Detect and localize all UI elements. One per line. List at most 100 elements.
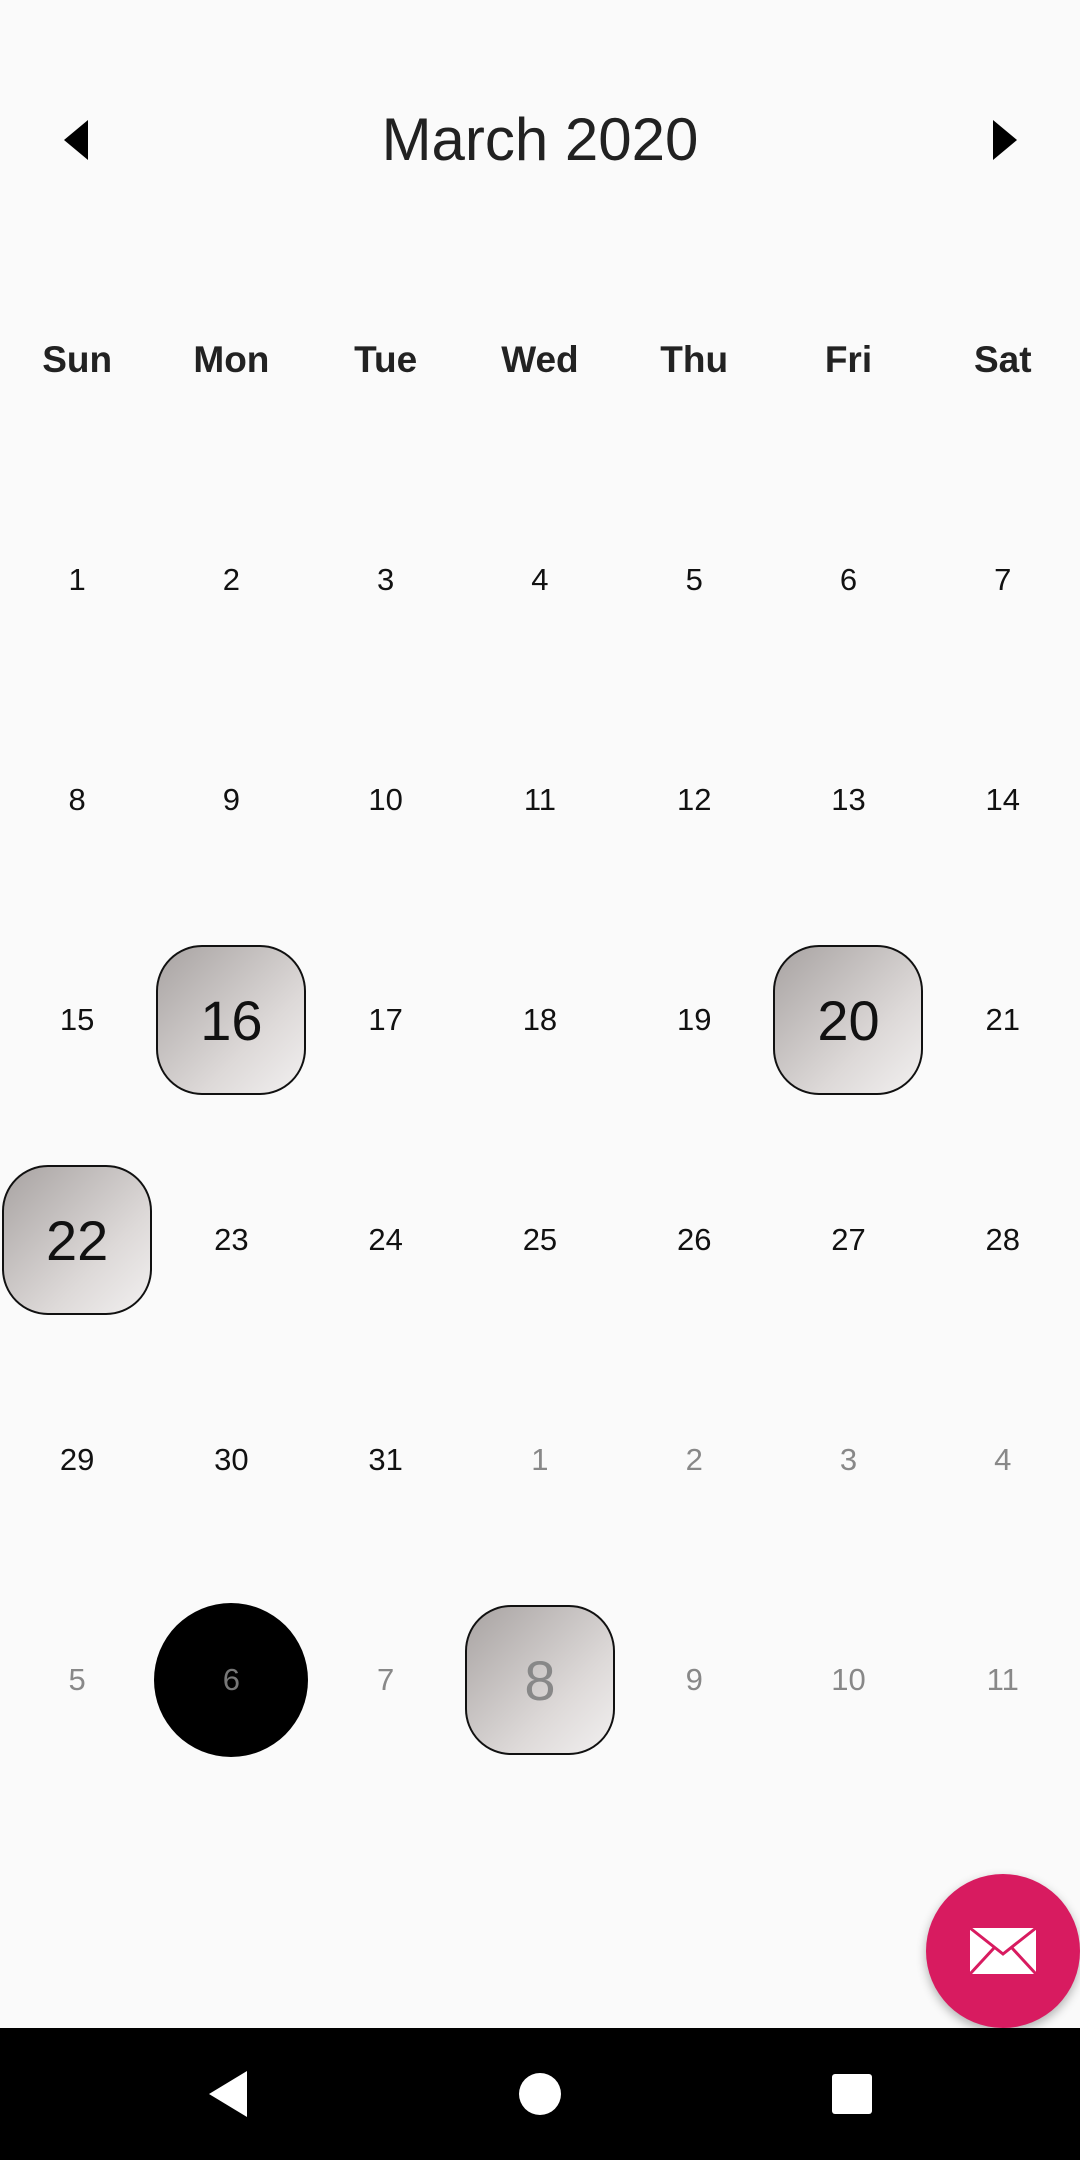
day-cell[interactable]: 11	[463, 690, 617, 910]
day-cell[interactable]: 31	[309, 1350, 463, 1570]
day-cell[interactable]: 5	[617, 470, 771, 690]
day-cell[interactable]: 10	[771, 1570, 925, 1790]
day-cell[interactable]: 6	[771, 470, 925, 690]
day-cell[interactable]: 10	[309, 690, 463, 910]
day-number: 5	[685, 562, 703, 597]
home-button[interactable]	[500, 2058, 580, 2130]
day-number: 11	[523, 782, 557, 817]
day-number: 15	[59, 1002, 95, 1037]
day-number: 27	[831, 1222, 866, 1257]
weekday-label: Thu	[660, 339, 729, 380]
day-cell[interactable]: 25	[463, 1130, 617, 1350]
day-number: 16	[200, 988, 263, 1052]
calendar-day-grid: 1 2 3 4 5 6 7 8 9 10 11 12 13 14 15 16 17 18 19 20 21 22 23 24 2…	[0, 470, 1080, 2010]
day-cell[interactable]: 3	[771, 1350, 925, 1570]
day-number: 24	[368, 1222, 403, 1257]
today-day-cell[interactable]: 6	[154, 1570, 309, 1790]
day-number: 2	[685, 1442, 703, 1477]
day-cell[interactable]: 29	[0, 1350, 154, 1570]
day-cell[interactable]: 18	[463, 910, 617, 1130]
day-cell[interactable]: 19	[617, 910, 771, 1130]
day-cell[interactable]: 5	[0, 1570, 154, 1790]
day-cell[interactable]: 26	[617, 1130, 771, 1350]
day-number: 25	[522, 1222, 558, 1257]
day-cell[interactable]: 1	[463, 1350, 617, 1570]
recent-apps-button[interactable]	[812, 2058, 892, 2130]
day-number: 21	[985, 1002, 1020, 1037]
day-number: 29	[59, 1442, 95, 1477]
back-icon	[209, 2071, 247, 2117]
day-cell[interactable]: 4	[463, 470, 617, 690]
day-number: 8	[524, 1648, 556, 1712]
event-day-cell[interactable]: 8	[463, 1570, 617, 1790]
day-number: 4	[994, 1442, 1012, 1477]
triangle-left-icon	[64, 120, 88, 160]
day-cell[interactable]: 24	[309, 1130, 463, 1350]
day-number: 8	[68, 782, 86, 817]
weekday-header-row: Sun Mon Tue Wed Thu Fri Sat	[0, 310, 1080, 410]
envelope-icon	[968, 1926, 1038, 1976]
day-cell[interactable]: 13	[771, 690, 925, 910]
event-day-cell[interactable]: 20	[771, 910, 925, 1130]
day-number: 17	[368, 1002, 403, 1037]
day-number: 5	[68, 1662, 86, 1697]
day-number: 4	[531, 562, 549, 597]
day-number: 22	[45, 1208, 109, 1272]
day-cell[interactable]: 28	[926, 1130, 1080, 1350]
day-cell[interactable]: 17	[309, 910, 463, 1130]
day-cell[interactable]: 7	[926, 470, 1080, 690]
next-month-button[interactable]	[963, 100, 1043, 180]
day-number: 18	[522, 1002, 558, 1037]
day-cell[interactable]: 21	[926, 910, 1080, 1130]
day-cell[interactable]: 11	[926, 1570, 1080, 1790]
day-number: 3	[839, 1442, 858, 1477]
day-cell[interactable]: 15	[0, 910, 154, 1130]
day-cell[interactable]: 8	[0, 690, 154, 910]
back-button[interactable]	[188, 2058, 268, 2130]
triangle-right-icon	[993, 120, 1017, 160]
day-number: 28	[985, 1222, 1020, 1257]
previous-month-button[interactable]	[38, 100, 118, 180]
day-number: 23	[214, 1222, 249, 1257]
day-number: 20	[817, 988, 880, 1052]
weekday-label: Sun	[42, 339, 113, 380]
day-cell[interactable]: 12	[617, 690, 771, 910]
day-number: 30	[214, 1442, 249, 1477]
day-number: 11	[986, 1662, 1019, 1697]
calendar-header: March 2020	[0, 80, 1080, 200]
day-number: 6	[839, 562, 858, 597]
day-cell[interactable]: 9	[617, 1570, 771, 1790]
weekday-label: Mon	[193, 339, 270, 380]
day-number: 6	[222, 1662, 241, 1697]
day-cell[interactable]: 1	[0, 470, 154, 690]
day-number: 14	[985, 782, 1020, 817]
day-cell[interactable]: 2	[154, 470, 308, 690]
weekday-label: Sat	[973, 339, 1032, 380]
day-number: 9	[222, 782, 241, 817]
day-number: 1	[531, 1442, 549, 1477]
day-cell[interactable]: 2	[617, 1350, 771, 1570]
day-number: 26	[676, 1222, 712, 1257]
day-number: 3	[377, 562, 395, 597]
month-title: March 2020	[381, 106, 699, 173]
compose-email-button[interactable]	[926, 1874, 1080, 2028]
day-cell[interactable]: 9	[154, 690, 308, 910]
weekday-label: Tue	[354, 339, 418, 380]
day-cell[interactable]: 23	[154, 1130, 308, 1350]
day-cell[interactable]: 14	[926, 690, 1080, 910]
home-icon	[519, 2073, 561, 2115]
weekday-label: Fri	[824, 339, 873, 380]
event-day-cell[interactable]: 22	[0, 1130, 154, 1350]
event-day-cell[interactable]: 16	[154, 910, 308, 1130]
day-number: 19	[676, 1002, 712, 1037]
day-cell[interactable]: 27	[771, 1130, 925, 1350]
day-number: 2	[222, 562, 241, 597]
day-cell[interactable]: 30	[154, 1350, 308, 1570]
day-cell[interactable]: 7	[309, 1570, 463, 1790]
day-number: 13	[831, 782, 866, 817]
day-cell[interactable]: 3	[309, 470, 463, 690]
weekday-label: Wed	[501, 339, 579, 380]
system-navigation-bar	[0, 2028, 1080, 2160]
day-number: 7	[377, 1662, 395, 1697]
day-cell[interactable]: 4	[926, 1350, 1080, 1570]
